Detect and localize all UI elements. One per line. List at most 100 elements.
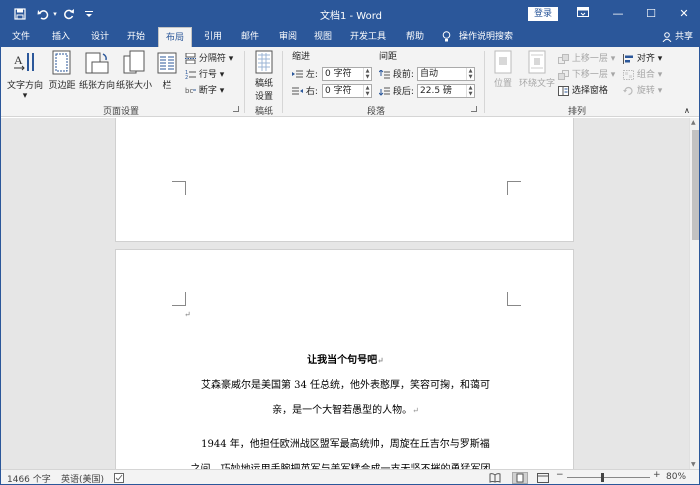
spinner-arrows-icon[interactable]: ▲ ▼ [466, 68, 474, 80]
rotate-icon [623, 86, 633, 95]
bring-forward-button[interactable]: 上移一层 ▾ [558, 52, 615, 66]
size-label: 纸张大小 [116, 81, 153, 91]
ribbon-tabs: 文件 插入 设计 开始 布局 引用 邮件 审阅 视图 开发工具 帮助 操作说明搜… [1, 27, 699, 47]
wrap-text-button[interactable]: 环绕文字 [519, 50, 555, 98]
person-icon [662, 31, 672, 42]
indent-left-icon [292, 70, 303, 78]
indent-right-icon [292, 87, 303, 95]
tab-design[interactable]: 设计 [83, 27, 117, 47]
zoom-slider-thumb[interactable] [601, 473, 604, 482]
tab-developer[interactable]: 开发工具 [346, 27, 390, 47]
svg-text:bc: bc [185, 87, 193, 95]
margins-button[interactable]: 页边距 [46, 50, 78, 98]
size-button[interactable]: 纸张大小 [116, 50, 152, 98]
word-window: ▾ 文档1 - Word 登录 — ☐ ✕ 文件 插入 设计 开始 布局 引用 … [0, 0, 700, 485]
breaks-icon [185, 52, 196, 65]
manuscript-settings-button[interactable]: 稿纸 设置 [250, 50, 278, 102]
web-layout-icon[interactable] [537, 473, 549, 484]
login-button[interactable]: 登录 [528, 7, 558, 21]
close-button[interactable]: ✕ [667, 1, 699, 27]
zoom-in-button[interactable]: + [653, 470, 661, 480]
columns-icon [157, 52, 177, 74]
bring-forward-icon [558, 53, 569, 64]
minimize-button[interactable]: — [601, 1, 635, 27]
paragraph-dialog-launcher[interactable] [471, 106, 477, 112]
position-icon [494, 50, 512, 74]
empty-paragraph-mark[interactable]: ↵ [184, 310, 194, 319]
rotate-button[interactable]: 旋转 ▾ [623, 84, 662, 98]
text-direction-label: 文字方向 ▾ [6, 81, 43, 101]
group-button[interactable]: 组合 ▾ [623, 68, 662, 82]
position-button[interactable]: 位置 [489, 50, 517, 98]
spacing-label: 间距 [379, 52, 398, 62]
selection-pane-button[interactable]: 选择窗格 [558, 84, 608, 98]
tab-insert[interactable]: 插入 [45, 27, 77, 47]
indent-right-input[interactable]: 0 字符 ▲ ▼ [322, 84, 372, 98]
proofing-icon[interactable] [114, 473, 124, 484]
spacing-before-icon [378, 69, 390, 79]
language-indicator[interactable]: 英语(美国) [61, 472, 104, 484]
orientation-label: 纸张方向 [79, 81, 116, 91]
collapse-ribbon-icon[interactable]: ∧ [684, 104, 690, 118]
maximize-button[interactable]: ☐ [634, 1, 668, 27]
share-button[interactable]: 共享 [662, 27, 693, 47]
crop-mark-icon [507, 181, 521, 195]
group-icon [623, 69, 634, 80]
svg-text:2: 2 [185, 75, 188, 80]
tab-file[interactable]: 文件 [5, 27, 37, 47]
tell-me-label: 操作说明搜索 [459, 32, 514, 42]
text-direction-button[interactable]: A 文字方向 ▾ [6, 50, 44, 101]
manuscript-icon [255, 50, 273, 74]
read-mode-icon[interactable] [489, 473, 501, 484]
paragraph-2-line-1[interactable]: 1944 年，他担任欧洲战区盟军最高统帅，周旋在丘吉尔与罗斯福 [116, 435, 575, 450]
manuscript-line2: 设置 [254, 92, 273, 102]
vertical-scrollbar[interactable]: ▲ ▼ [689, 118, 699, 469]
zoom-out-button[interactable]: − [556, 470, 564, 480]
page-setup-dialog-launcher[interactable] [233, 106, 239, 112]
indent-left-label: 左: [292, 68, 318, 82]
paragraph-2-line-2[interactable]: 之间，巧妙地运用手腕把英军与美军糅合成一支无坚不摧的勇猛军团。 [116, 460, 575, 469]
tab-home[interactable]: 开始 [119, 27, 153, 47]
hyphenation-button[interactable]: bc 断字 ▾ [185, 84, 224, 98]
spinner-arrows-icon[interactable]: ▲ ▼ [466, 85, 474, 97]
spacing-before-input[interactable]: 自动 ▲ ▼ [417, 67, 475, 81]
align-button[interactable]: 对齐 ▾ [623, 52, 662, 66]
page-2[interactable]: ↵ 让我当个句号吧↵ 艾森豪威尔是美国第 34 任总统，他外表憨厚，笑容可掬，和… [115, 249, 574, 469]
zoom-level[interactable]: 80% [666, 472, 686, 482]
tab-help[interactable]: 帮助 [398, 27, 432, 47]
tell-me-search[interactable]: 操作说明搜索 [442, 27, 513, 47]
word-count[interactable]: 1466 个字 [7, 472, 51, 484]
paragraph-1-line-2[interactable]: 亲，是一个大智若愚型的人物。↵ [116, 401, 575, 416]
scroll-up-icon[interactable]: ▲ [691, 119, 696, 126]
title-bar: ▾ 文档1 - Word 登录 — ☐ ✕ [1, 1, 699, 27]
spacing-before-label: 段前: [378, 68, 414, 82]
hyphenation-icon: bc [185, 87, 196, 95]
spacing-after-icon [378, 87, 390, 96]
paragraph-1-line-1[interactable]: 艾森豪威尔是美国第 34 任总统，他外表憨厚，笑容可掬，和蔼可 [116, 376, 575, 391]
tab-mailings[interactable]: 邮件 [233, 27, 267, 47]
document-heading[interactable]: 让我当个句号吧↵ [116, 351, 575, 366]
columns-button[interactable]: 栏 [156, 50, 178, 98]
spinner-arrows-icon[interactable]: ▲ ▼ [363, 85, 371, 97]
ribbon-display-options-icon[interactable] [566, 1, 600, 27]
spacing-after-input[interactable]: 22.5 磅 ▲ ▼ [417, 84, 475, 98]
share-label: 共享 [674, 32, 693, 42]
tab-review[interactable]: 审阅 [271, 27, 305, 47]
tab-layout[interactable]: 布局 [158, 27, 192, 47]
page-1[interactable] [115, 118, 574, 242]
orientation-button[interactable]: 纸张方向 [79, 50, 115, 98]
indent-left-input[interactable]: 0 字符 ▲ ▼ [322, 67, 372, 81]
zoom-slider-track[interactable] [567, 477, 650, 478]
tab-view[interactable]: 视图 [306, 27, 340, 47]
document-area: ↵ 让我当个句号吧↵ 艾森豪威尔是美国第 34 任总统，他外表憨厚，笑容可掬，和… [1, 118, 689, 469]
tab-references[interactable]: 引用 [196, 27, 230, 47]
spinner-arrows-icon[interactable]: ▲ ▼ [363, 68, 371, 80]
print-layout-icon[interactable] [512, 472, 528, 484]
line-numbers-button[interactable]: 12 行号 ▾ [185, 68, 224, 82]
send-backward-button[interactable]: 下移一层 ▾ [558, 68, 615, 82]
scrollbar-thumb[interactable] [692, 130, 699, 240]
scroll-down-icon[interactable]: ▼ [691, 461, 696, 468]
align-icon [623, 53, 633, 64]
breaks-button[interactable]: 分隔符 ▾ [185, 52, 233, 66]
manuscript-line1: 稿纸 [254, 79, 273, 89]
